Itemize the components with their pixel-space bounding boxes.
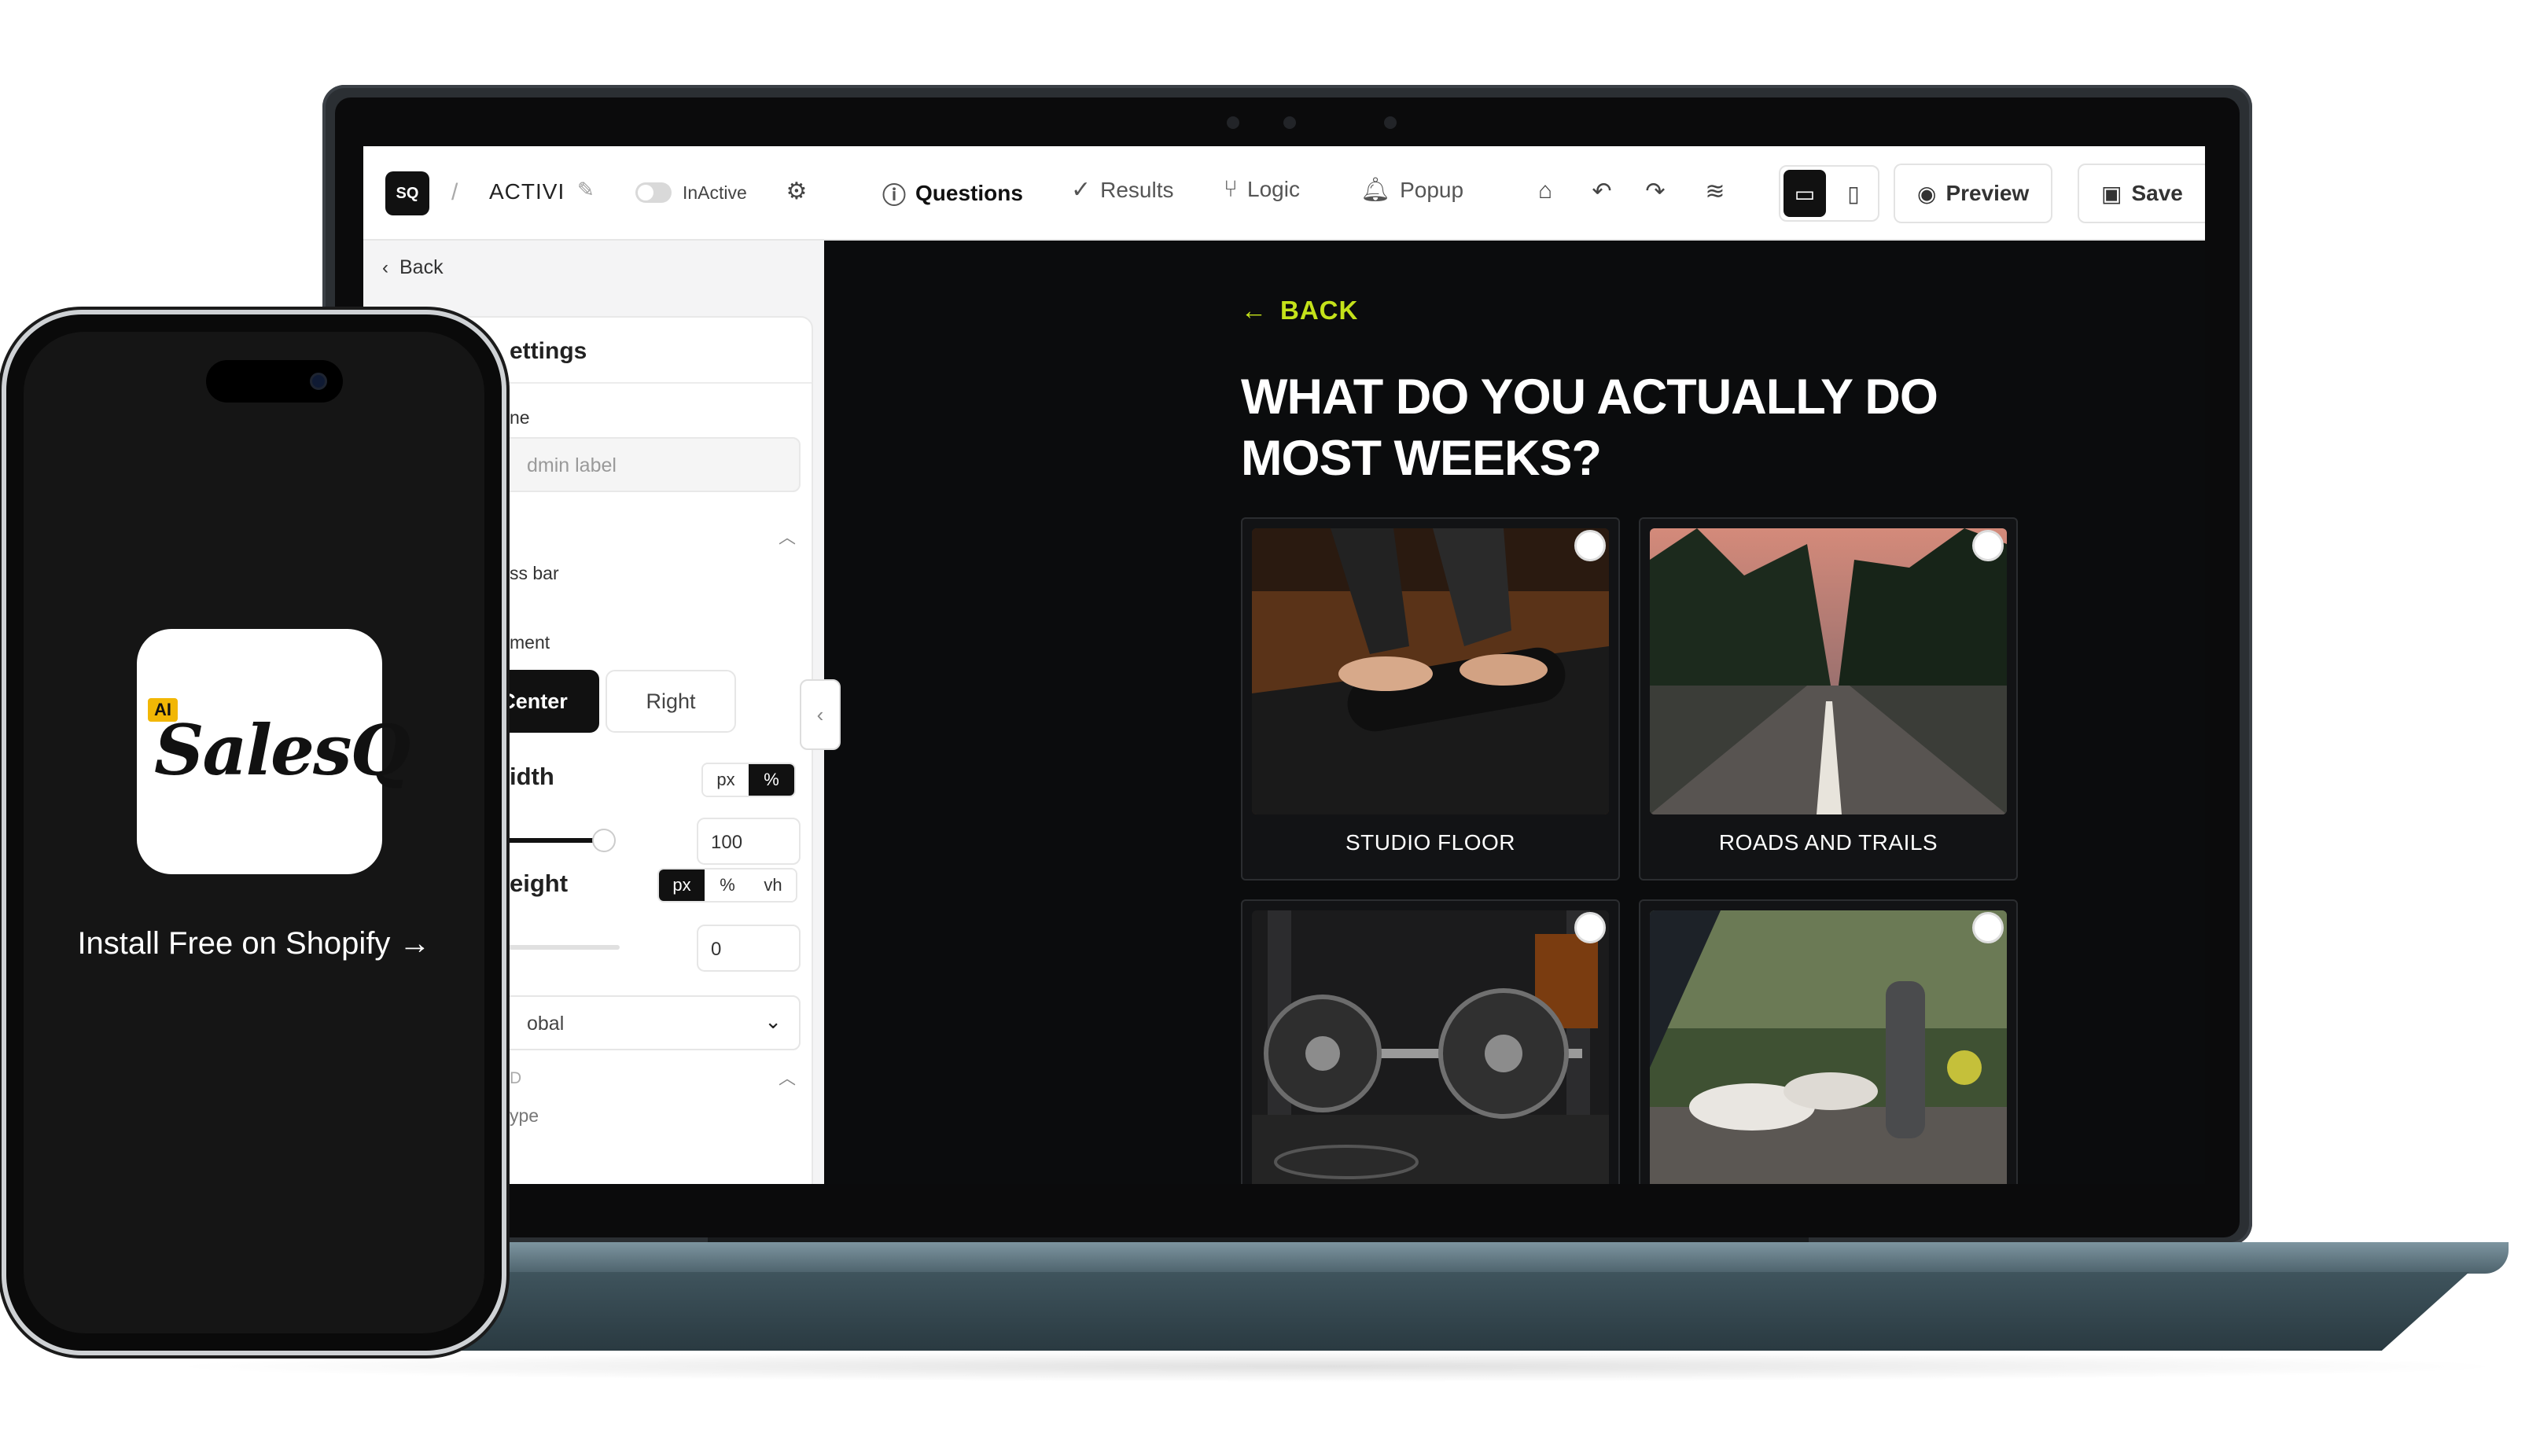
desktop-icon[interactable]: ▭ bbox=[1784, 170, 1826, 217]
settings-gear-icon[interactable]: ⚙ bbox=[779, 173, 815, 209]
tag-icon[interactable]: ⌂ bbox=[1527, 173, 1563, 209]
chevron-down-icon: ⌄ bbox=[764, 1009, 782, 1033]
height-label: eight bbox=[510, 870, 569, 897]
height-unit-px[interactable]: px bbox=[659, 870, 705, 901]
laptop-base-front bbox=[283, 1272, 2469, 1351]
app-logo[interactable]: SQ bbox=[385, 171, 429, 215]
question-title: WHAT DO YOU ACTUALLY DO MOST WEEKS? bbox=[1241, 370, 1938, 486]
admin-label-placeholder: dmin label bbox=[527, 454, 617, 476]
height-unit-percent[interactable]: % bbox=[705, 870, 750, 901]
preview-button-label: Preview bbox=[1945, 181, 2030, 205]
alignment-label: ment bbox=[510, 632, 550, 653]
chevron-up-icon[interactable]: ︿ bbox=[779, 524, 796, 549]
width-unit-toggle: px % bbox=[701, 763, 796, 797]
webcam-sensor bbox=[1384, 116, 1397, 129]
preview-button[interactable]: ◉ Preview bbox=[1894, 164, 2053, 223]
breadcrumb-separator: / bbox=[451, 179, 458, 205]
save-button-label: Save bbox=[2131, 181, 2183, 205]
option-label: STUDIO FLOOR bbox=[1345, 830, 1515, 855]
type-label: ype bbox=[510, 1105, 539, 1126]
quiz-preview: ← BACK WHAT DO YOU ACTUALLY DO MOST WEEK… bbox=[824, 241, 2205, 1184]
dynamic-island bbox=[206, 360, 343, 403]
width-value-input[interactable]: 100 bbox=[697, 818, 801, 865]
width-slider-knob[interactable] bbox=[592, 829, 616, 852]
option-card-studio-floor[interactable]: STUDIO FLOOR bbox=[1241, 517, 1620, 881]
redo-icon[interactable]: ↷ bbox=[1637, 173, 1673, 209]
tab-logic[interactable]: ⑂ Logic bbox=[1224, 176, 1300, 203]
height-unit-toggle: px % vh bbox=[657, 868, 797, 903]
sidebar-back-label: Back bbox=[399, 256, 444, 278]
eye-icon: ◉ bbox=[1917, 181, 1937, 206]
device-switcher: ▭ ▯ bbox=[1779, 165, 1879, 222]
collapse-sidebar-button[interactable]: ‹ bbox=[800, 679, 841, 750]
salesq-logo: SalesQ bbox=[154, 709, 410, 791]
front-camera-icon bbox=[310, 373, 327, 390]
align-right-button[interactable]: Right bbox=[606, 670, 736, 733]
tab-logic-label: Logic bbox=[1247, 177, 1300, 201]
gym-barbell-image bbox=[1252, 910, 1609, 1184]
sidebar-back-link[interactable]: ‹ Back bbox=[382, 256, 444, 279]
save-disk-icon: ▣ bbox=[2101, 181, 2122, 206]
outdoor-shoes-image bbox=[1650, 910, 2007, 1184]
option-card-gym[interactable] bbox=[1241, 899, 1620, 1184]
width-unit-percent[interactable]: % bbox=[749, 764, 794, 796]
tab-questions-label: Questions bbox=[915, 181, 1023, 205]
tab-results-label: Results bbox=[1100, 177, 1174, 202]
option-card-outdoor[interactable] bbox=[1639, 899, 2018, 1184]
section-label: D bbox=[510, 1069, 522, 1087]
phone-screen: AI SalesQ Install Free on Shopify → bbox=[24, 332, 484, 1333]
width-label: idth bbox=[510, 763, 554, 790]
phone-mockup: AI SalesQ Install Free on Shopify → bbox=[6, 314, 502, 1351]
height-value-input[interactable]: 0 bbox=[697, 925, 801, 972]
tab-popup-label: Popup bbox=[1400, 177, 1464, 202]
tab-popup[interactable]: 🔔︎ Popup bbox=[1360, 176, 1463, 204]
laptop-shadow bbox=[157, 1351, 2516, 1382]
question-circle-icon: ⓘ bbox=[882, 183, 906, 209]
name-label: ne bbox=[510, 407, 530, 428]
laptop-screen: SQ / ACTIVI ✎ InActive ⚙ ⓘ Questions ✓ R… bbox=[363, 146, 2205, 1184]
section-chevron-up-icon[interactable]: ︿ bbox=[779, 1064, 796, 1090]
mobile-icon[interactable]: ▯ bbox=[1832, 170, 1875, 217]
status-toggle[interactable] bbox=[635, 182, 672, 203]
studio-floor-image bbox=[1252, 528, 1609, 814]
width-unit-px[interactable]: px bbox=[703, 764, 749, 796]
install-shopify-link[interactable]: Install Free on Shopify → bbox=[24, 926, 484, 961]
status-label: InActive bbox=[683, 182, 747, 203]
tab-questions[interactable]: ⓘ Questions bbox=[882, 176, 1023, 211]
editor-topbar: SQ / ACTIVI ✎ InActive ⚙ ⓘ Questions ✓ R… bbox=[363, 146, 2205, 241]
salesq-app-icon[interactable]: AI SalesQ bbox=[137, 629, 410, 874]
bell-icon: 🔔︎ bbox=[1360, 177, 1391, 203]
edit-title-icon[interactable]: ✎ bbox=[577, 178, 595, 202]
layers-icon[interactable]: ≋ bbox=[1697, 173, 1733, 209]
panel-title: ettings bbox=[510, 338, 587, 364]
quiz-title[interactable]: ACTIVI bbox=[489, 179, 565, 204]
webcam-dot bbox=[1227, 116, 1239, 129]
save-button[interactable]: ▣ Save bbox=[2078, 164, 2205, 223]
undo-icon[interactable]: ↶ bbox=[1584, 173, 1620, 209]
quiz-back-label: BACK bbox=[1280, 296, 1359, 325]
option-radio[interactable] bbox=[1972, 530, 2004, 561]
check-circle-icon: ✓ bbox=[1071, 177, 1091, 203]
option-radio[interactable] bbox=[1574, 912, 1606, 943]
webcam-lens bbox=[1283, 116, 1296, 129]
mockup-stage: SQ / ACTIVI ✎ InActive ⚙ ⓘ Questions ✓ R… bbox=[0, 0, 2540, 1456]
branch-icon: ⑂ bbox=[1224, 176, 1238, 202]
height-unit-vh[interactable]: vh bbox=[750, 870, 796, 901]
chevron-left-icon: ‹ bbox=[382, 256, 388, 278]
option-radio[interactable] bbox=[1972, 912, 2004, 943]
quiz-back-button[interactable]: ← BACK bbox=[1241, 296, 1358, 325]
tab-results[interactable]: ✓ Results bbox=[1071, 176, 1174, 204]
style-select-value: obal bbox=[527, 1013, 565, 1035]
arrow-left-icon: ← bbox=[1241, 296, 1268, 325]
option-card-roads-trails[interactable]: ROADS AND TRAILS bbox=[1639, 517, 2018, 881]
progress-bar-label: ss bar bbox=[510, 563, 559, 583]
laptop-base bbox=[236, 1242, 2509, 1274]
option-radio[interactable] bbox=[1574, 530, 1606, 561]
road-trail-image bbox=[1650, 528, 2007, 814]
option-label: ROADS AND TRAILS bbox=[1718, 830, 1938, 855]
